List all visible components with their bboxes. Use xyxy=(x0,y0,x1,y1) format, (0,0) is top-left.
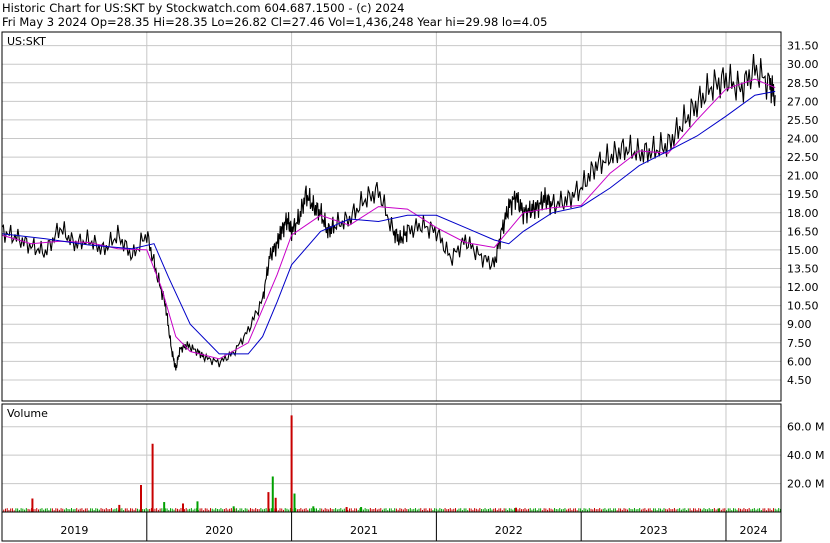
time-axis-labels: 2019 2020 2021 2022 2023 2024 xyxy=(60,512,767,541)
price-tick-label: 27.00 xyxy=(787,95,819,108)
price-tick-label: 24.00 xyxy=(787,132,819,145)
volume-panel-title: Volume xyxy=(7,407,48,420)
price-tick-label: 4.50 xyxy=(787,374,812,387)
price-tick-label: 7.50 xyxy=(787,337,812,350)
price-tick-label: 10.50 xyxy=(787,300,819,313)
year-label: 2019 xyxy=(60,524,88,537)
price-tick-label: 31.50 xyxy=(787,40,819,53)
volume-tick-label: 60.0 M xyxy=(787,421,824,434)
price-tick-label: 22.50 xyxy=(787,151,819,164)
year-label: 2021 xyxy=(350,524,378,537)
stock-chart: US:SKT Volume 31.50 30.00 28.50 27.00 25.50 2… xyxy=(1,31,824,542)
price-tick-label: 21.00 xyxy=(787,170,819,183)
price-tick-label: 6.00 xyxy=(787,355,812,368)
price-panel-frame xyxy=(1,31,782,402)
price-tick-label: 30.00 xyxy=(787,58,819,71)
price-tick-label: 25.50 xyxy=(787,114,819,127)
price-tick-label: 13.50 xyxy=(787,263,819,276)
price-tick-label: 9.00 xyxy=(787,318,812,331)
price-tick-label: 28.50 xyxy=(787,77,819,90)
volume-panel-grid xyxy=(2,426,781,485)
price-tick-label: 15.00 xyxy=(787,244,819,257)
volume-bars-layer xyxy=(1,415,781,512)
year-label: 2022 xyxy=(495,524,523,537)
volume-tick-label: 20.0 M xyxy=(787,478,824,491)
price-tick-label: 19.50 xyxy=(787,188,819,201)
volume-panel-frame xyxy=(1,403,782,513)
volume-axis-labels: 60.0 M 40.0 M 20.0 M xyxy=(787,421,824,491)
year-label: 2020 xyxy=(205,524,233,537)
price-panel-title: US:SKT xyxy=(7,35,46,48)
year-label: 2024 xyxy=(739,524,767,537)
year-label: 2023 xyxy=(640,524,668,537)
price-tick-label: 18.00 xyxy=(787,207,819,220)
volume-tick-label: 40.0 M xyxy=(787,449,824,462)
price-tick-label: 16.50 xyxy=(787,225,819,238)
price-tick-label: 12.00 xyxy=(787,281,819,294)
price-panel-grid xyxy=(2,32,781,512)
price-axis-labels: 31.50 30.00 28.50 27.00 25.50 24.00 22.50 21.00… xyxy=(787,40,819,387)
